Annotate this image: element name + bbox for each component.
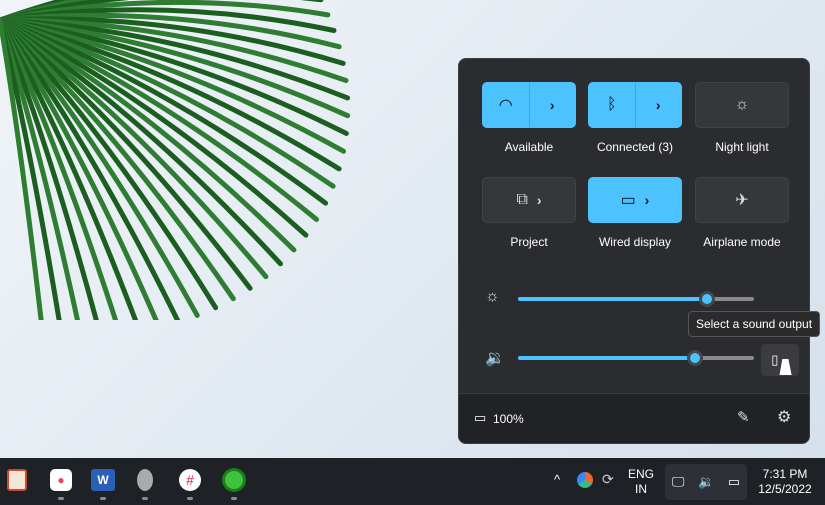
bluetooth-tile[interactable]: ᛒ › — [588, 82, 682, 128]
sync-icon[interactable]: ⟳ — [602, 472, 614, 487]
wifi-expand-chevron-icon[interactable]: › — [530, 83, 576, 127]
volume-slider-thumb[interactable] — [687, 350, 703, 366]
asana-app[interactable]: ● — [47, 466, 75, 500]
cast-icon: ▭ — [620, 192, 636, 209]
battery-icon: ▭ — [474, 410, 487, 425]
slack-app[interactable]: # — [176, 466, 204, 500]
chevron-right-icon: › — [644, 192, 650, 208]
night-light-tile[interactable]: ☼ — [695, 82, 789, 128]
night-light-icon: ☼ — [734, 96, 750, 113]
volume-icon[interactable]: 🔉 — [485, 348, 505, 368]
settings-gear-icon[interactable]: ⚙ — [777, 407, 791, 427]
wired-display-label: Wired display — [598, 235, 672, 249]
language-line1: ENG — [628, 467, 655, 481]
tray-app-icon[interactable] — [577, 472, 593, 488]
sound-output-tooltip: Select a sound output — [688, 311, 820, 337]
brightness-slider[interactable] — [518, 291, 754, 307]
wifi-label: Available — [504, 140, 554, 154]
grey-app[interactable] — [131, 466, 159, 500]
language-line2: IN — [635, 482, 647, 496]
bluetooth-expand-chevron-icon[interactable]: › — [636, 83, 682, 127]
quick-settings-footer: ▭ 100% ✎ ⚙ — [459, 393, 809, 443]
clock[interactable]: 7:31 PM 12/5/2022 — [756, 467, 814, 497]
wifi-icon[interactable]: ◠ — [483, 83, 530, 127]
volume-slider[interactable] — [518, 350, 754, 366]
airplane-mode-label: Airplane mode — [703, 235, 781, 249]
palm-leaf-wallpaper — [0, 0, 351, 320]
speaker-icon: ▯ — [771, 352, 779, 367]
chevron-right-icon: › — [536, 192, 542, 208]
green-app[interactable] — [220, 466, 248, 500]
project-icon: ⧉ — [516, 191, 528, 208]
quick-settings-panel: ◠ › ᛒ › ☼ Available Connected (3) Night … — [458, 58, 810, 444]
language-indicator[interactable]: ENG IN — [628, 467, 654, 497]
system-tray-quick-settings-button[interactable]: 🖵 🔉 ▭ — [665, 464, 747, 500]
wifi-tile[interactable]: ◠ › — [482, 82, 576, 128]
bluetooth-icon[interactable]: ᛒ — [589, 83, 636, 127]
taskbar: ● W # ^ ⟳ ENG IN 🖵 🔉 ▭ 7:31 PM 12/5/2022 — [0, 458, 825, 505]
brightness-slider-thumb[interactable] — [698, 291, 715, 307]
airplane-mode-tile[interactable]: ✈ — [695, 177, 789, 223]
bluetooth-label: Connected (3) — [596, 140, 674, 154]
snipping-tool-app[interactable] — [3, 466, 31, 494]
night-light-label: Night light — [715, 140, 769, 154]
volume-icon: 🔉 — [698, 474, 715, 489]
battery-icon: ▭ — [727, 474, 741, 489]
project-label: Project — [510, 235, 548, 249]
wired-display-tile[interactable]: ▭ › — [588, 177, 682, 223]
network-icon: 🖵 — [671, 474, 685, 489]
project-tile[interactable]: ⧉ › — [482, 177, 576, 223]
clock-time: 7:31 PM — [762, 467, 808, 481]
edit-pencil-icon[interactable]: ✎ — [737, 408, 750, 426]
brightness-icon: ☼ — [485, 288, 500, 305]
clock-date: 12/5/2022 — [758, 482, 812, 496]
airplane-icon: ✈ — [735, 192, 749, 209]
battery-percent: 100% — [493, 412, 524, 426]
word-app[interactable]: W — [89, 466, 117, 500]
show-hidden-icons-chevron-up-icon[interactable]: ^ — [554, 472, 560, 487]
